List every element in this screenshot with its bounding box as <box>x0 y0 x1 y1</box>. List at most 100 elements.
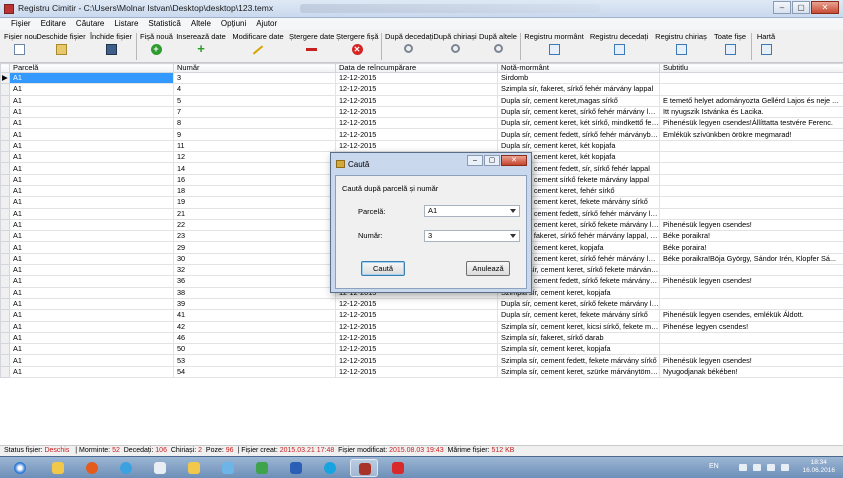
taskbar-app-ie[interactable] <box>112 459 140 477</box>
number-select[interactable]: 3 <box>424 230 520 242</box>
cell-subtitle[interactable]: Pihenésük legyen csendes! <box>659 218 843 232</box>
cell-parcel[interactable]: A1 <box>9 275 174 288</box>
cell-subtitle[interactable] <box>659 343 843 356</box>
search-button[interactable]: Caută <box>361 261 405 276</box>
taskbar-app-explorer[interactable] <box>44 459 72 477</box>
dialog-maximize-button[interactable]: ▢ <box>484 155 500 166</box>
menu-search[interactable]: Căutare <box>71 18 109 30</box>
cell-parcel[interactable]: A1 <box>9 71 174 85</box>
cell-grave-note[interactable]: Szimpla sír, cement keret, kicsi sírkő, … <box>497 320 660 333</box>
cell-number[interactable]: 29 <box>173 241 336 254</box>
cell-subtitle[interactable]: E temető helyet adományozta Gellérd Lajo… <box>659 94 843 107</box>
cell-parcel[interactable]: A1 <box>9 331 174 345</box>
cell-parcel[interactable]: A1 <box>9 162 174 175</box>
cell-number[interactable]: 11 <box>173 139 336 153</box>
cell-subtitle[interactable] <box>659 264 843 277</box>
table-row[interactable]: A1 11 12-12-2015 Dupla sír, cement keret, k… <box>0 139 843 153</box>
cell-subtitle[interactable] <box>659 297 843 311</box>
insert-data-button[interactable]: Inserează date + <box>175 32 227 61</box>
flag-icon[interactable] <box>739 464 747 471</box>
cell-grave-note[interactable]: Sirdomb <box>497 71 660 85</box>
row-selector[interactable] <box>0 83 10 96</box>
grave-register-button[interactable]: Registru mormânt <box>523 32 585 61</box>
cell-subtitle[interactable] <box>659 162 843 175</box>
cell-grave-note[interactable]: Dupla sír, cement keret, sírkő fekete má… <box>497 297 660 311</box>
cell-number[interactable]: 42 <box>173 320 336 333</box>
search-deceased-button[interactable]: După decedați <box>385 32 433 61</box>
taskbar-app-green[interactable] <box>248 459 276 477</box>
cell-parcel[interactable]: A1 <box>9 207 174 220</box>
table-row[interactable]: A1 50 12-12-2015 Szimpla sír, cement keret,… <box>0 343 843 356</box>
cell-parcel[interactable]: A1 <box>9 117 174 130</box>
cell-number[interactable]: 30 <box>173 252 336 266</box>
all-records-button[interactable]: Toate fișe <box>711 32 749 61</box>
row-selector[interactable] <box>0 207 10 220</box>
deceased-register-button[interactable]: Registru decedați <box>587 32 651 61</box>
cell-parcel[interactable]: A1 <box>9 184 174 198</box>
table-row[interactable]: A1 39 12-12-2015 Dupla sír, cement keret, s… <box>0 297 843 311</box>
cell-number[interactable]: 12 <box>173 151 336 164</box>
cell-repurchase-date[interactable]: 12-12-2015 <box>335 297 498 311</box>
cell-number[interactable]: 18 <box>173 184 336 198</box>
row-selector[interactable] <box>0 343 10 356</box>
cell-grave-note[interactable]: Dupla sír, cement keret, két kopjafa <box>497 139 660 153</box>
cell-number[interactable]: 9 <box>173 128 336 141</box>
table-row[interactable]: A1 41 12-12-2015 Dupla sír, cement keret, f… <box>0 309 843 322</box>
cell-number[interactable]: 3 <box>173 71 336 85</box>
cell-subtitle[interactable]: Béke poraikra!Böja György, Sándor Irén, … <box>659 252 843 266</box>
cell-repurchase-date[interactable]: 12-12-2015 <box>335 71 498 85</box>
menu-edit[interactable]: Editare <box>36 18 71 30</box>
table-row[interactable]: A1 53 12-12-2015 Szimpla sír, cement fedett… <box>0 354 843 367</box>
network-icon[interactable] <box>753 464 761 471</box>
table-row[interactable]: A1 42 12-12-2015 Szimpla sír, cement keret,… <box>0 320 843 333</box>
cell-number[interactable]: 41 <box>173 309 336 322</box>
current-row-indicator[interactable]: ▶ <box>0 71 10 85</box>
new-file-button[interactable]: Fișier nou <box>4 32 37 61</box>
cell-grave-note[interactable]: Szimpla sír, fakeret, sírkő fehér márván… <box>497 83 660 96</box>
menu-statistics[interactable]: Statistică <box>143 18 185 30</box>
cell-number[interactable]: 5 <box>173 94 336 107</box>
row-selector[interactable] <box>0 365 10 379</box>
table-row[interactable]: A1 7 12-12-2015 Dupla sír, cement keret, sí… <box>0 105 843 119</box>
taskbar-app-image-viewer[interactable] <box>214 459 242 477</box>
menu-help[interactable]: Ajutor <box>251 18 282 30</box>
column-header-repurchase-date[interactable]: Data de reîncumpărare <box>335 63 498 73</box>
cancel-button[interactable]: Anulează <box>466 261 510 276</box>
cell-parcel[interactable]: A1 <box>9 241 174 254</box>
row-selector[interactable] <box>0 94 10 107</box>
cell-parcel[interactable]: A1 <box>9 196 174 209</box>
cell-repurchase-date[interactable]: 12-12-2015 <box>335 83 498 96</box>
row-selector[interactable] <box>0 354 10 367</box>
cell-number[interactable]: 36 <box>173 275 336 288</box>
cell-parcel[interactable]: A1 <box>9 365 174 379</box>
table-row[interactable]: A1 5 12-12-2015 Dupla sír, cement keret,mag… <box>0 94 843 107</box>
menu-file[interactable]: Fișier <box>6 18 36 30</box>
cell-repurchase-date[interactable]: 12-12-2015 <box>335 139 498 153</box>
cell-grave-note[interactable]: Dupla sír, cement keret, fekete márvány … <box>497 309 660 322</box>
cell-repurchase-date[interactable]: 12-12-2015 <box>335 343 498 356</box>
cell-repurchase-date[interactable]: 12-12-2015 <box>335 309 498 322</box>
column-header-number[interactable]: Număr <box>173 63 336 73</box>
taskbar-app-registru[interactable] <box>350 459 378 477</box>
cell-grave-note[interactable]: Szimpla sír, fakeret, sírkő darab <box>497 331 660 345</box>
cell-subtitle[interactable]: Itt nyugszik Istvánka és Lacika. <box>659 105 843 119</box>
row-selector[interactable] <box>0 264 10 277</box>
cell-repurchase-date[interactable]: 12-12-2015 <box>335 94 498 107</box>
taskbar-app-skype[interactable] <box>316 459 344 477</box>
delete-data-button[interactable]: Ștergere date <box>289 32 334 61</box>
cell-parcel[interactable]: A1 <box>9 252 174 266</box>
parcel-select[interactable]: A1 <box>424 205 520 217</box>
cell-number[interactable]: 7 <box>173 105 336 119</box>
row-selector[interactable] <box>0 320 10 333</box>
row-selector[interactable] <box>0 139 10 153</box>
dialog-close-button[interactable]: ✕ <box>501 155 527 166</box>
cell-parcel[interactable]: A1 <box>9 151 174 164</box>
modify-data-button[interactable]: Modificare date <box>229 32 287 61</box>
map-button[interactable]: Hartă <box>754 32 778 61</box>
row-selector[interactable] <box>0 286 10 299</box>
cell-repurchase-date[interactable]: 12-12-2015 <box>335 331 498 345</box>
taskbar-app-star[interactable] <box>384 459 412 477</box>
cell-subtitle[interactable] <box>659 139 843 153</box>
cell-grave-note[interactable]: Dupla sír, cement keret,magas sírkő <box>497 94 660 107</box>
row-selector[interactable] <box>0 297 10 311</box>
